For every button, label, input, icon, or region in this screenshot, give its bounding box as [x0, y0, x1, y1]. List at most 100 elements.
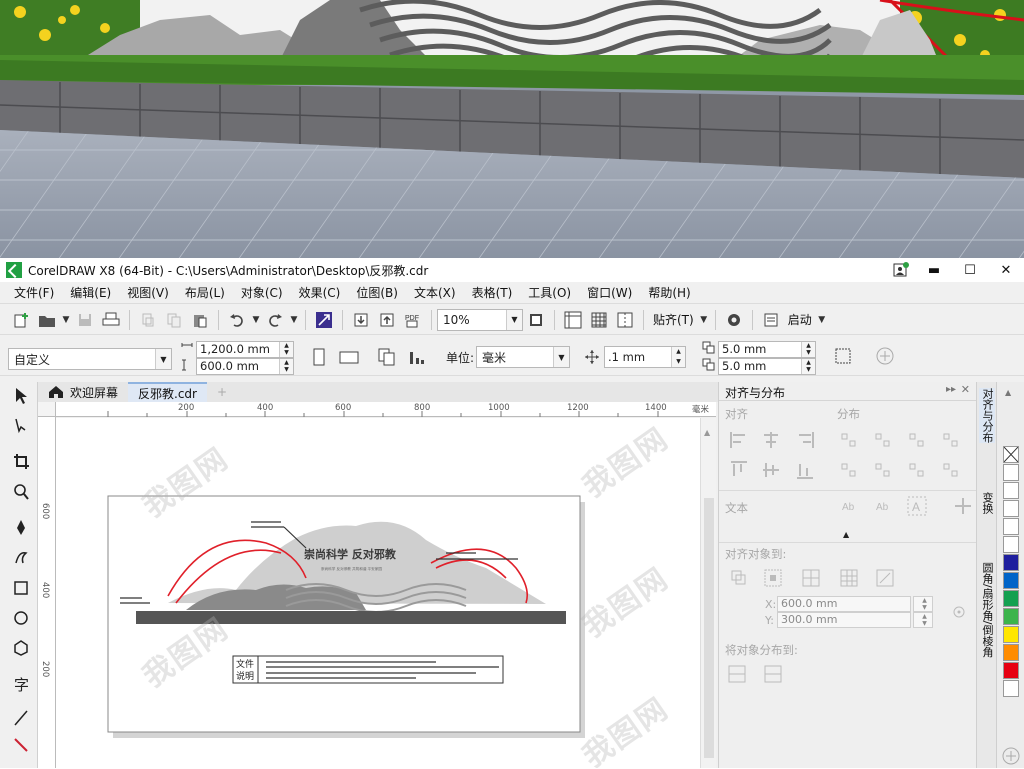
base-bar[interactable] [136, 611, 566, 624]
align-x-field[interactable]: 600.0 mm [777, 596, 911, 612]
text-baseline-last-icon[interactable]: Ab [873, 496, 893, 516]
distribute-top-icon[interactable] [839, 460, 859, 480]
align-to-page-center-icon[interactable] [801, 568, 821, 588]
cut-icon[interactable] [135, 308, 161, 332]
menu-window[interactable]: 窗口(W) [579, 282, 640, 304]
landscape-icon[interactable] [336, 345, 362, 369]
ruler-origin[interactable] [38, 402, 56, 417]
copy-icon[interactable] [161, 308, 187, 332]
open-dropdown-icon[interactable]: ▼ [60, 308, 72, 332]
palette-swatch[interactable] [1003, 608, 1019, 625]
distribute-spacing-h-icon[interactable] [941, 430, 961, 450]
vertical-ruler[interactable]: 600 400 200 [38, 417, 56, 768]
new-document-icon[interactable] [8, 308, 34, 332]
all-pages-icon[interactable] [374, 345, 400, 369]
full-screen-preview-icon[interactable] [523, 308, 549, 332]
undo-dropdown-icon[interactable]: ▼ [250, 308, 262, 332]
text-outline-icon[interactable] [953, 496, 973, 516]
tab-document[interactable]: 反邪教.cdr [128, 382, 207, 402]
distribute-bottom-icon[interactable] [907, 460, 927, 480]
chevron-down-icon[interactable]: ▼ [155, 349, 171, 369]
open-folder-icon[interactable] [34, 308, 60, 332]
pick-tool-icon[interactable] [8, 384, 34, 408]
text-baseline-icon[interactable]: Ab [839, 496, 859, 516]
connector-tool-icon[interactable] [8, 734, 34, 758]
palette-swatch[interactable] [1003, 644, 1019, 661]
docker-close-icon[interactable]: ✕ [961, 383, 970, 396]
page-height-field[interactable]: 600.0 mm ▲ ▼ [196, 358, 294, 375]
side-tab-transform[interactable]: 变换 [979, 492, 995, 514]
snap-to-menu[interactable]: 贴齐(T) [649, 311, 698, 328]
spin-arrows-icon[interactable]: ▲ ▼ [671, 347, 685, 367]
application-launcher-icon[interactable] [758, 308, 784, 332]
target-point-icon[interactable] [949, 602, 969, 622]
snap-dropdown-icon[interactable]: ▼ [698, 308, 710, 332]
page-preset-combo[interactable]: 自定义 ▼ [8, 348, 172, 370]
align-y-field[interactable]: 300.0 mm [777, 612, 911, 628]
align-to-active-objects-icon[interactable] [729, 568, 749, 588]
nudge-distance-field[interactable]: .1 mm ▲ ▼ [604, 346, 686, 368]
slogan-text[interactable]: 崇尚科学 反对邪教 [304, 547, 397, 561]
menu-tools[interactable]: 工具(O) [520, 282, 579, 304]
add-page-icon[interactable] [872, 344, 898, 368]
export-icon[interactable] [374, 308, 400, 332]
align-left-icon[interactable] [729, 430, 749, 450]
menu-help[interactable]: 帮助(H) [640, 282, 698, 304]
text-tool-icon[interactable]: 字 [8, 672, 34, 696]
close-button[interactable]: ✕ [988, 258, 1024, 282]
freehand-tool-icon[interactable] [8, 516, 34, 540]
menu-file[interactable]: 文件(F) [6, 282, 62, 304]
scroll-up-icon[interactable]: ▲ [704, 428, 710, 437]
spin-arrows-icon[interactable]: ▲ ▼ [801, 359, 815, 374]
align-center-horizontal-icon[interactable] [761, 430, 781, 450]
page-width-field[interactable]: 1,200.0 mm ▲ ▼ [196, 341, 294, 358]
spin-arrows-icon[interactable]: ▲ ▼ [913, 612, 933, 628]
palette-swatch[interactable] [1003, 662, 1019, 679]
menu-edit[interactable]: 编辑(E) [62, 282, 119, 304]
ellipse-tool-icon[interactable] [8, 606, 34, 630]
menu-layout[interactable]: 布局(L) [177, 282, 233, 304]
menu-text[interactable]: 文本(X) [406, 282, 464, 304]
maximize-button[interactable]: ☐ [952, 258, 988, 282]
rectangle-tool-icon[interactable] [8, 576, 34, 600]
align-to-grid-icon[interactable] [839, 568, 859, 588]
launch-label[interactable]: 启动 [784, 311, 816, 328]
artistic-media-icon[interactable] [8, 546, 34, 570]
zoom-tool-icon[interactable] [8, 480, 34, 504]
menu-object[interactable]: 对象(C) [233, 282, 291, 304]
distribute-center-h-icon[interactable] [873, 430, 893, 450]
spin-arrows-icon[interactable]: ▲ ▼ [279, 342, 293, 357]
spin-arrows-icon[interactable]: ▲ ▼ [801, 342, 815, 357]
palette-scroll-up-icon[interactable]: ▲ [1005, 388, 1011, 397]
show-guidelines-icon[interactable] [612, 308, 638, 332]
distribute-center-v-icon[interactable] [873, 460, 893, 480]
distribute-to-page-icon[interactable] [763, 664, 783, 684]
spin-arrows-icon[interactable]: ▲ ▼ [279, 359, 293, 374]
align-to-point-icon[interactable] [875, 568, 895, 588]
redo-icon[interactable] [262, 308, 288, 332]
undo-icon[interactable] [224, 308, 250, 332]
no-color-swatch[interactable] [1003, 446, 1019, 463]
launch-dropdown-icon[interactable]: ▼ [816, 308, 828, 332]
distribute-left-icon[interactable] [839, 430, 859, 450]
palette-swatch[interactable] [1003, 626, 1019, 643]
menu-bitmaps[interactable]: 位图(B) [348, 282, 406, 304]
zoom-level-combo[interactable]: 10% ▼ [437, 308, 523, 331]
current-page-icon[interactable] [404, 345, 430, 369]
minimize-button[interactable]: ▬ [916, 258, 952, 282]
text-bounding-box-icon[interactable]: A [907, 496, 927, 516]
paste-icon[interactable] [187, 308, 213, 332]
spin-arrows-icon[interactable]: ▲ ▼ [913, 596, 933, 612]
duplicate-x-field[interactable]: 5.0 mm ▲ ▼ [718, 341, 816, 358]
align-center-vertical-icon[interactable] [761, 460, 781, 480]
collapse-arrow-icon[interactable]: ▲ [843, 530, 849, 539]
slogan-subtext[interactable]: 崇尚科学 反对邪教 共筑和谐 平安家园 [321, 566, 382, 571]
save-icon[interactable] [72, 308, 98, 332]
palette-swatch[interactable] [1003, 500, 1019, 517]
docker-expand-icon[interactable]: ▸▸ [946, 384, 956, 395]
import-icon[interactable] [348, 308, 374, 332]
palette-swatch[interactable] [1003, 554, 1019, 571]
drawing-canvas[interactable]: 崇尚科学 反对邪教 崇尚科学 反对邪教 共筑和谐 平安家园 文件 说明 我图网 … [56, 418, 700, 768]
horizontal-ruler[interactable]: 200 400 600 800 1000 1200 1400 毫米 [56, 402, 716, 417]
crop-tool-icon[interactable] [8, 450, 34, 474]
